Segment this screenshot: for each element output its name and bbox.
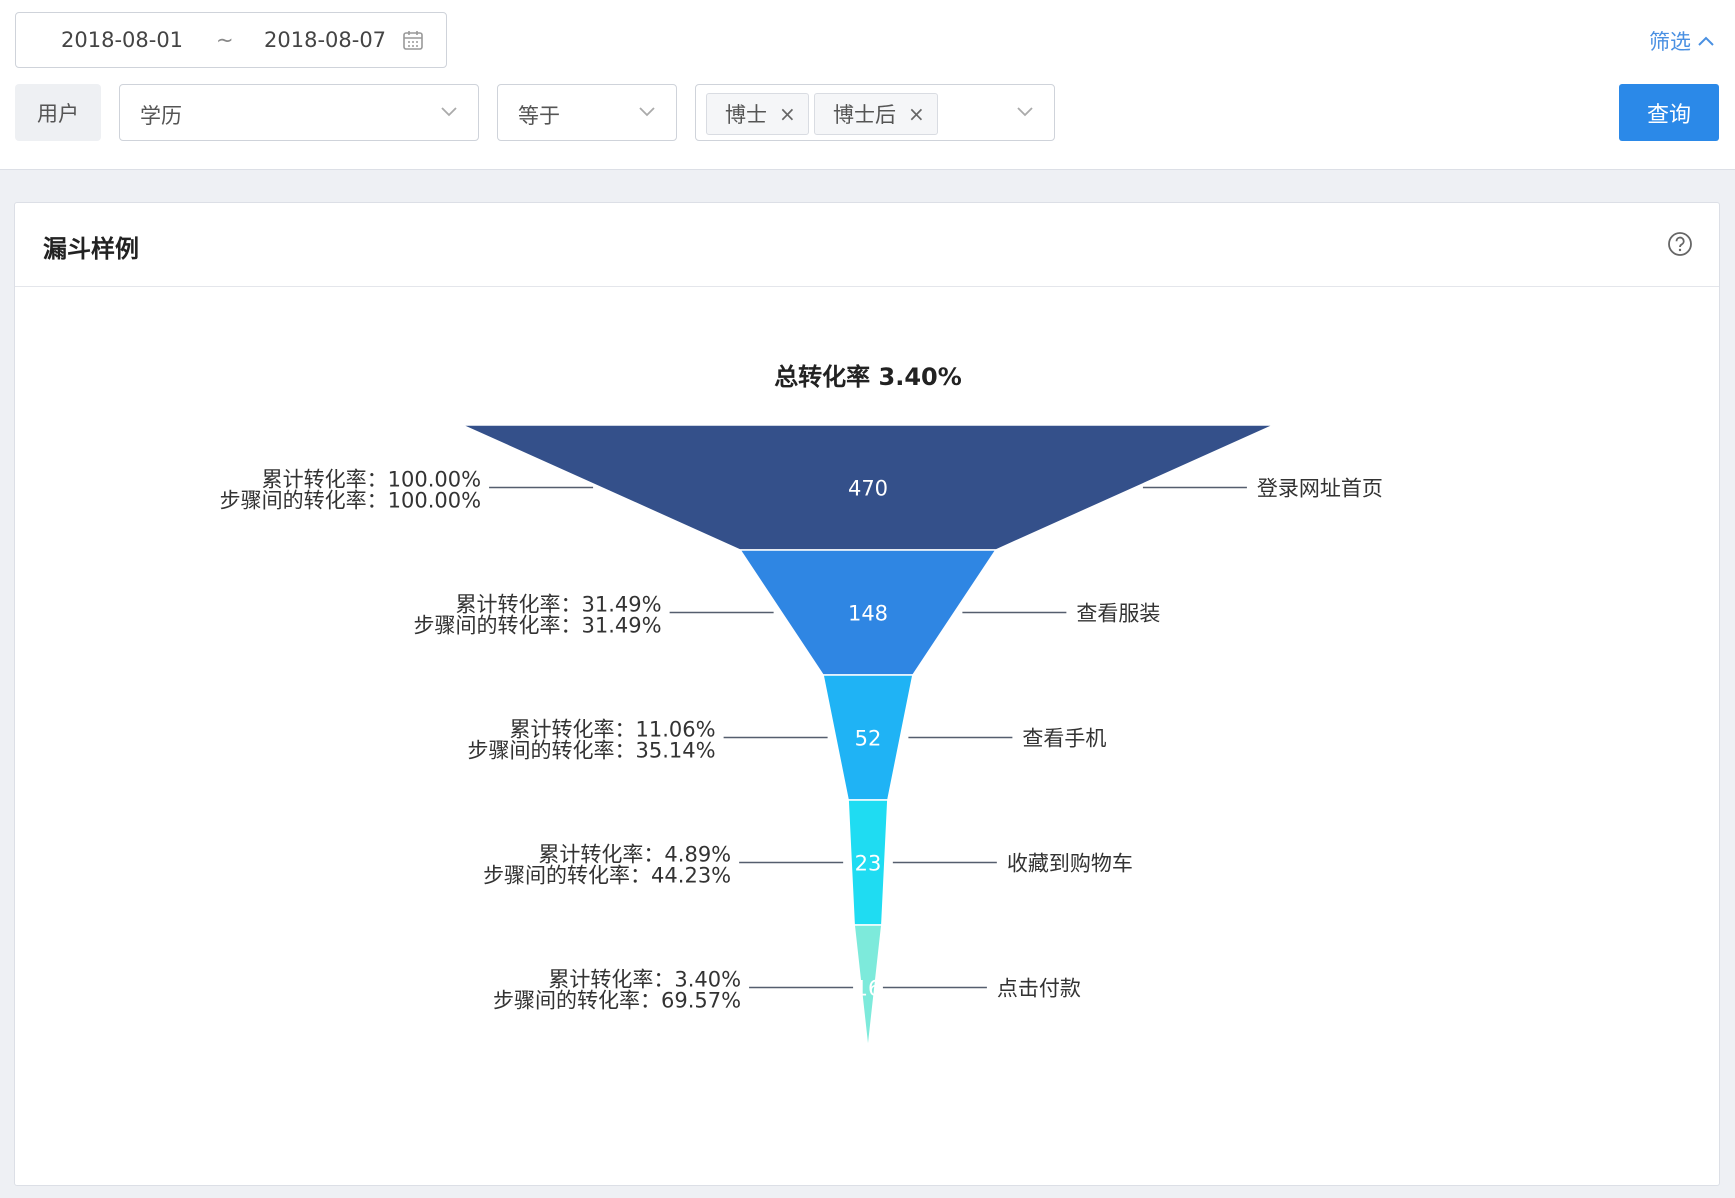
funnel-step-name: 登录网址首页 [1257,477,1383,501]
tag-doctor: 博士 × [706,93,809,135]
chevron-down-icon [639,107,655,117]
chevron-down-icon [1017,107,1033,117]
tag-postdoc: 博士后 × [814,93,938,135]
funnel-card: 漏斗样例 总转化率 3.40% 470 登录网址首页 累计转化率：100.00% 步骤间… [14,202,1720,1186]
filter-toggle-label: 筛选 [1649,30,1691,54]
funnel-step-name: 查看服装 [1076,602,1160,626]
funnel-step-name: 查看手机 [1022,727,1106,751]
query-button[interactable]: 查询 [1619,84,1719,141]
date-range-picker[interactable]: 2018-08-01 ~ 2018-08-07 [15,12,447,68]
date-end[interactable]: 2018-08-07 [264,28,386,52]
funnel-step-name: 收藏到购物车 [1007,852,1133,876]
close-icon[interactable]: × [779,102,796,126]
funnel-value-label: 23 [855,852,882,876]
date-start[interactable]: 2018-08-01 [61,28,183,52]
tag-label: 博士 [725,103,767,127]
calendar-icon[interactable] [402,29,424,51]
chevron-down-icon [441,107,457,117]
funnel-step-rate: 步骤间的转化率：31.49% [414,614,662,638]
funnel-step-rate: 步骤间的转化率：35.14% [468,739,716,763]
funnel-title: 总转化率 3.40% [774,363,962,391]
funnel-value-label: 148 [848,602,888,626]
funnel-value-label: 52 [855,727,882,751]
user-label: 用户 [15,84,101,141]
filter-toggle[interactable]: 筛选 [1649,26,1715,56]
value-multiselect[interactable]: 博士 × 博士后 × [695,84,1055,141]
tag-label: 博士后 [833,103,896,127]
funnel-step-name: 点击付款 [997,977,1081,1001]
close-icon[interactable]: × [908,102,925,126]
field-select[interactable]: 学历 [119,84,479,141]
funnel-chart: 总转化率 3.40%470 登录网址首页累计转化率：100.00%步骤间的转化率：… [220,363,1383,1051]
field-select-value: 学历 [140,104,182,128]
funnel-step-rate: 步骤间的转化率：44.23% [483,864,731,888]
filter-bar: 2018-08-01 ~ 2018-08-07 筛选 用户 学历 等于 博士 ×… [0,0,1735,170]
date-separator: ~ [216,28,234,52]
funnel-value-label: 470 [848,477,888,501]
funnel-step-rate: 步骤间的转化率：100.00% [220,489,481,513]
operator-select-value: 等于 [518,104,560,128]
chevron-up-icon [1698,36,1714,46]
funnel-value-label: 16 [855,977,882,1001]
funnel-step-rate: 步骤间的转化率：69.57% [493,989,741,1013]
operator-select[interactable]: 等于 [497,84,677,141]
